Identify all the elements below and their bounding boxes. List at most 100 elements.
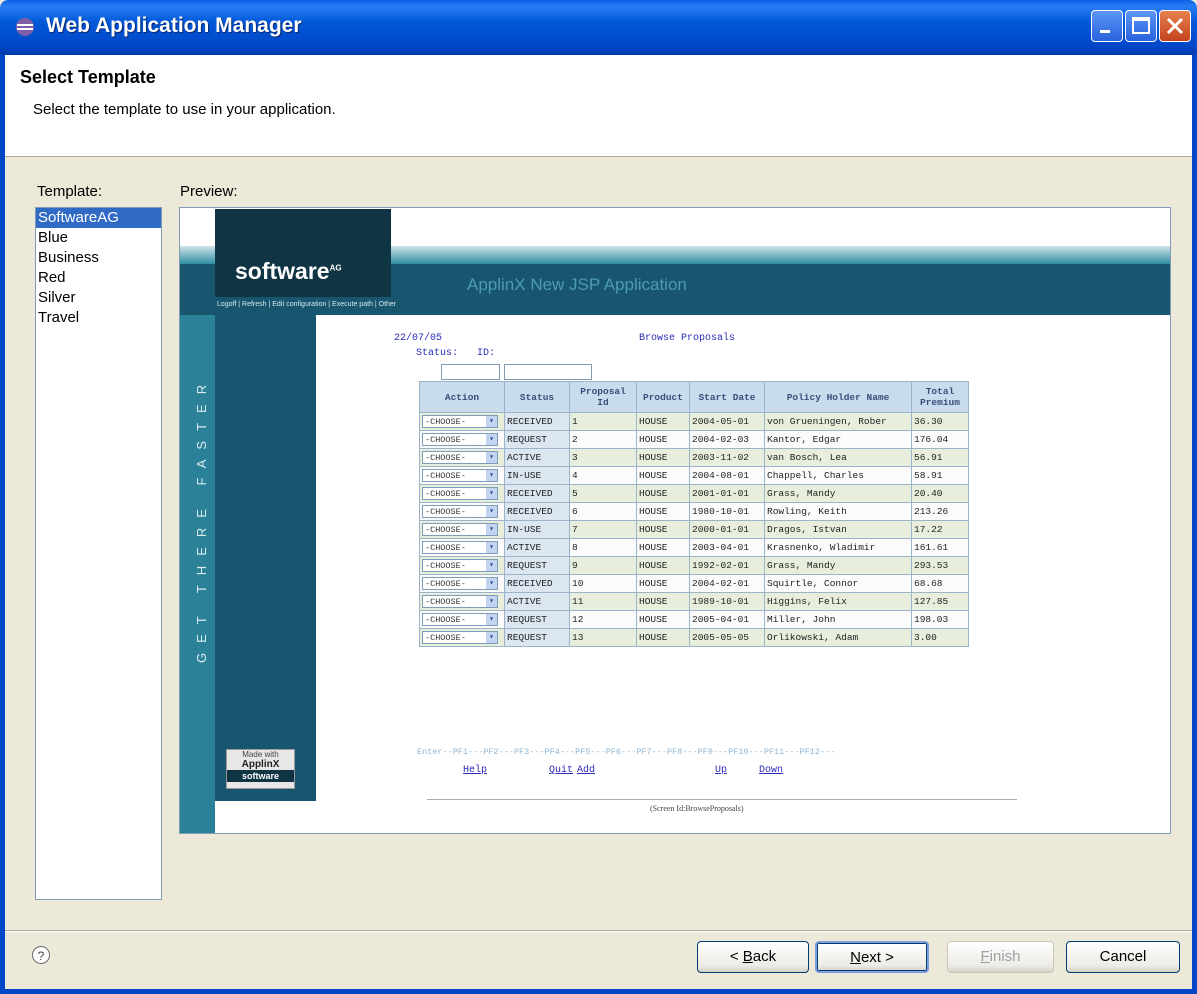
table-cell: 36.30 [911,412,969,431]
table-row: -CHOOSE- ▾ RECEIVED 10 HOUSE 2004-02-01 Squirt… [419,574,969,593]
table-row: -CHOOSE- ▾ REQUEST 13 HOUSE 2005-05-05 Orlikow… [419,628,969,647]
action-select: -CHOOSE- ▾ [422,451,498,464]
logo-sup: AG [329,263,342,273]
table-cell: 2005-05-05 [689,628,765,647]
table-cell: 1992-02-01 [689,556,765,575]
table-cell: 176.04 [911,430,969,449]
table-cell: REQUEST [504,610,570,629]
chevron-down-icon: ▾ [486,560,497,571]
table-cell: 213.26 [911,502,969,521]
made-with-line1: Made with [242,750,279,759]
proposals-table: Action Status Proposal Id Product Start Date… [419,381,969,647]
table-cell: ACTIVE [504,448,570,467]
chevron-down-icon: ▾ [486,596,497,607]
table-cell: IN-USE [504,466,570,485]
table-cell: Higgins, Felix [764,592,912,611]
table-cell: REQUEST [504,628,570,647]
action-select-value: -CHOOSE- [425,525,466,535]
action-select: -CHOOSE- ▾ [422,631,498,644]
action-select: -CHOOSE- ▾ [422,541,498,554]
action-cell: -CHOOSE- ▾ [419,502,505,521]
cancel-button[interactable]: Cancel [1066,941,1180,973]
close-button[interactable] [1159,10,1191,42]
action-select: -CHOOSE- ▾ [422,487,498,500]
table-row: -CHOOSE- ▾ ACTIVE 8 HOUSE 2003-04-01 Krasnenko… [419,538,969,557]
maximize-icon [1132,17,1150,34]
table-cell: 2 [569,430,637,449]
chevron-down-icon: ▾ [486,416,497,427]
access-key: F [980,948,990,965]
action-select-value: -CHOOSE- [425,507,466,517]
made-with-applinx-badge: Made with ApplinX software [226,749,295,789]
action-cell: -CHOOSE- ▾ [419,556,505,575]
fkey-up-link: Up [715,765,728,776]
column-header: Policy Holder Name [764,381,912,413]
preview-date: 22/07/05 [394,333,443,344]
chevron-down-icon: ▾ [486,578,497,589]
table-row: -CHOOSE- ▾ REQUEST 2 HOUSE 2004-02-03 Kantor, … [419,430,969,449]
table-row: -CHOOSE- ▾ IN-USE 4 HOUSE 2004-08-01 Chappell,… [419,466,969,485]
table-cell: HOUSE [636,592,690,611]
column-header: Action [419,381,505,413]
action-select: -CHOOSE- ▾ [422,523,498,536]
title-bar: Web Application Manager [0,0,1197,55]
table-row: -CHOOSE- ▾ RECEIVED 6 HOUSE 1980-10-01 Rowling… [419,502,969,521]
question-circle-icon[interactable]: ? [32,946,50,964]
table-cell: RECEIVED [504,484,570,503]
table-cell: 161.61 [911,538,969,557]
table-cell: ACTIVE [504,592,570,611]
action-select-value: -CHOOSE- [425,597,466,607]
table-cell: Kantor, Edgar [764,430,912,449]
preview-screen-title: Browse Proposals [639,333,736,344]
finish-button: Finish [947,941,1054,973]
template-item-red[interactable]: Red [36,268,161,288]
action-cell: -CHOOSE- ▾ [419,448,505,467]
action-select-value: -CHOOSE- [425,543,466,553]
template-item-travel[interactable]: Travel [36,308,161,328]
template-item-blue[interactable]: Blue [36,228,161,248]
table-cell: 8 [569,538,637,557]
template-list[interactable]: SoftwareAG Blue Business Red Silver Travel [35,207,162,900]
preview-app-name: ApplinX New JSP Application [467,275,687,294]
maximize-button[interactable] [1125,10,1157,42]
back-button[interactable]: < Back [697,941,809,973]
table-cell: ACTIVE [504,538,570,557]
window-frame-right [1192,55,1197,994]
table-cell: HOUSE [636,466,690,485]
action-select: -CHOOSE- ▾ [422,577,498,590]
template-item-silver[interactable]: Silver [36,288,161,308]
page-subtitle: Select the template to use in your appli… [33,101,336,118]
window-frame-bottom [0,989,1197,994]
table-row: -CHOOSE- ▾ REQUEST 12 HOUSE 2005-04-01 Miller,… [419,610,969,629]
table-cell: 17.22 [911,520,969,539]
action-select-value: -CHOOSE- [425,615,466,625]
table-cell: RECEIVED [504,574,570,593]
chevron-down-icon: ▾ [486,524,497,535]
action-cell: -CHOOSE- ▾ [419,592,505,611]
action-select-value: -CHOOSE- [425,489,466,499]
chevron-down-icon: ▾ [486,452,497,463]
fkey-help-link: Help [463,765,488,776]
table-cell: Miller, John [764,610,912,629]
table-row: -CHOOSE- ▾ RECEIVED 1 HOUSE 2004-05-01 von Gru… [419,412,969,431]
action-select: -CHOOSE- ▾ [422,559,498,572]
table-cell: 58.91 [911,466,969,485]
action-select-value: -CHOOSE- [425,453,466,463]
table-cell: van Bosch, Lea [764,448,912,467]
next-button[interactable]: Next > [815,941,929,973]
window-frame-left [0,55,5,994]
action-select-value: -CHOOSE- [425,633,466,643]
action-cell: -CHOOSE- ▾ [419,610,505,629]
template-item-business[interactable]: Business [36,248,161,268]
table-cell: 10 [569,574,637,593]
table-cell: 13 [569,628,637,647]
template-item-softwareag[interactable]: SoftwareAG [36,208,161,228]
close-icon [1166,17,1184,35]
made-with-line3: software [227,770,294,782]
minimize-button[interactable] [1091,10,1123,42]
action-cell: -CHOOSE- ▾ [419,520,505,539]
table-cell: 56.91 [911,448,969,467]
action-select: -CHOOSE- ▾ [422,469,498,482]
access-key: N [850,949,861,966]
chevron-down-icon: ▾ [486,506,497,517]
